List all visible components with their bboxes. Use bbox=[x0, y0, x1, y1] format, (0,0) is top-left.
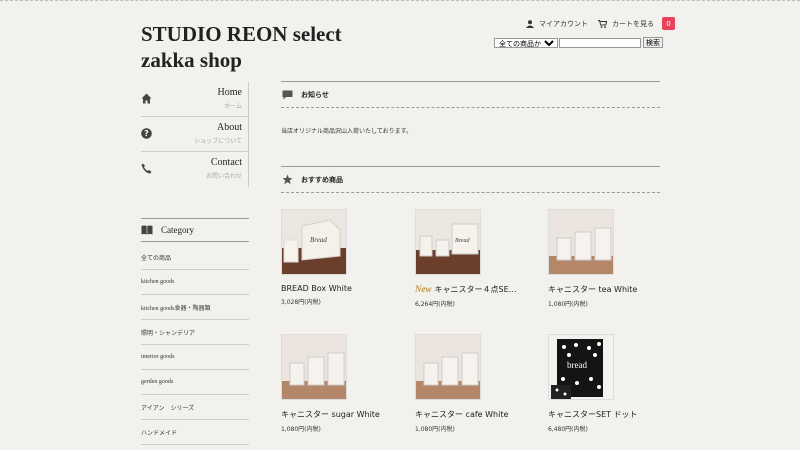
product-price: 3,028円(内税) bbox=[281, 299, 321, 306]
news-text: 当店オリジナル商品沢山入荷いたしております。 bbox=[281, 128, 413, 135]
site-title-line2: zakka shop bbox=[141, 48, 242, 72]
search-input[interactable] bbox=[559, 37, 641, 48]
product-photo: Bread bbox=[282, 210, 346, 274]
product-image[interactable]: Bread bbox=[281, 209, 347, 275]
product-name[interactable]: キャニスター cafe White bbox=[415, 409, 525, 420]
question-icon: ? bbox=[141, 128, 152, 139]
product-name[interactable]: キャニスター tea White bbox=[548, 284, 658, 295]
svg-text:bread: bread bbox=[567, 360, 587, 370]
nav-contact-label: Contact bbox=[210, 157, 242, 168]
cart-count-badge[interactable]: 0 bbox=[662, 17, 675, 30]
recommended-section-header: おすすめ商品 bbox=[281, 166, 660, 193]
nav-contact-sub: お問い合わせ bbox=[205, 173, 242, 180]
site-title-line1: STUDIO REON select bbox=[141, 22, 342, 46]
product-photo: Bread bbox=[416, 210, 480, 274]
user-icon bbox=[526, 19, 534, 28]
svg-text:Bread: Bread bbox=[455, 238, 470, 244]
nav-home-label: Home bbox=[217, 87, 242, 98]
svg-text:?: ? bbox=[144, 129, 149, 138]
product-photo: bread bbox=[549, 335, 613, 399]
search-button[interactable]: 検索 bbox=[643, 37, 663, 48]
product-name[interactable]: キャニスターSET ドット bbox=[548, 409, 658, 420]
product-name-text: キャニスター４点SE… bbox=[434, 285, 517, 294]
product-photo bbox=[282, 335, 346, 399]
product-name[interactable]: キャニスター sugar White bbox=[281, 409, 391, 420]
category-item[interactable]: kitchen goods食器・陶器類 bbox=[141, 295, 249, 320]
news-title: お知らせ bbox=[301, 90, 329, 99]
category-item[interactable]: interior goods bbox=[141, 345, 249, 370]
product-card[interactable]: キャニスター sugar White 1,080円(内税) bbox=[281, 334, 391, 433]
search-scope-select[interactable]: 全ての商品から bbox=[494, 37, 558, 48]
category-item[interactable]: 全ての商品 bbox=[141, 245, 249, 270]
product-image[interactable]: Bread bbox=[415, 209, 481, 275]
product-price: 1,080円(内税) bbox=[415, 426, 455, 433]
category-header: Category bbox=[141, 218, 249, 242]
star-icon bbox=[282, 174, 293, 185]
site-title[interactable]: STUDIO REON select zakka shop bbox=[141, 21, 401, 73]
product-name[interactable]: New キャニスター４点SE… bbox=[415, 284, 525, 295]
nav-item-home[interactable]: Home ホーム bbox=[141, 82, 248, 117]
nav-about-label: About bbox=[217, 122, 242, 133]
product-name[interactable]: BREAD Box White bbox=[281, 284, 391, 293]
category-item[interactable]: ハンドメイド bbox=[141, 420, 249, 445]
new-badge: New bbox=[415, 284, 432, 294]
product-price: 6,480円(内税) bbox=[548, 426, 588, 433]
book-icon bbox=[141, 225, 153, 235]
news-section-header: お知らせ bbox=[281, 81, 660, 108]
product-photo bbox=[549, 210, 613, 274]
product-image[interactable] bbox=[548, 209, 614, 275]
category-item[interactable]: 照明・シャンデリア bbox=[141, 320, 249, 345]
my-account-link[interactable]: マイアカウント bbox=[526, 19, 588, 29]
category-item[interactable]: kitchen goods bbox=[141, 270, 249, 295]
product-image[interactable] bbox=[415, 334, 481, 400]
main-nav: Home ホーム ? About ショップについて Contact お問い合わせ bbox=[141, 82, 249, 187]
product-card[interactable]: キャニスター tea White 1,080円(内税) bbox=[548, 209, 658, 308]
speech-bubble-icon bbox=[282, 90, 293, 99]
product-image[interactable] bbox=[281, 334, 347, 400]
product-card[interactable]: Bread New キャニスター４点SE… 6,264円(内税) bbox=[415, 209, 525, 308]
product-card[interactable]: キャニスター cafe White 1,080円(内税) bbox=[415, 334, 525, 433]
svg-text:Bread: Bread bbox=[310, 236, 327, 244]
product-card[interactable]: Bread BREAD Box White 3,028円(内税) bbox=[281, 209, 391, 306]
search-bar: 全ての商品から 検索 bbox=[494, 37, 663, 48]
product-price: 1,080円(内税) bbox=[281, 426, 321, 433]
product-card[interactable]: bread キャニスターSET ドット 6,480円(内税) bbox=[548, 334, 658, 433]
product-photo bbox=[416, 335, 480, 399]
phone-icon bbox=[141, 163, 152, 174]
top-border bbox=[0, 0, 800, 2]
nav-about-sub: ショップについて bbox=[194, 138, 242, 145]
cart-icon bbox=[598, 19, 607, 28]
view-cart-link[interactable]: カートを見る bbox=[598, 19, 654, 29]
category-item[interactable]: アイアン シリーズ bbox=[141, 395, 249, 420]
product-price: 1,080円(内税) bbox=[548, 301, 588, 308]
recommended-title: おすすめ商品 bbox=[301, 175, 343, 184]
nav-item-contact[interactable]: Contact お問い合わせ bbox=[141, 152, 248, 187]
category-list: 全ての商品 kitchen goods kitchen goods食器・陶器類 … bbox=[141, 245, 249, 445]
view-cart-label: カートを見る bbox=[612, 19, 654, 28]
product-image[interactable]: bread bbox=[548, 334, 614, 400]
nav-item-about[interactable]: ? About ショップについて bbox=[141, 117, 248, 152]
my-account-label: マイアカウント bbox=[539, 19, 588, 28]
nav-home-sub: ホーム bbox=[224, 103, 242, 110]
product-price: 6,264円(内税) bbox=[415, 301, 455, 308]
header-links: マイアカウント カートを見る 0 bbox=[526, 17, 675, 30]
home-icon bbox=[141, 93, 152, 104]
category-title: Category bbox=[161, 225, 194, 235]
category-item[interactable]: gerden goods bbox=[141, 370, 249, 395]
